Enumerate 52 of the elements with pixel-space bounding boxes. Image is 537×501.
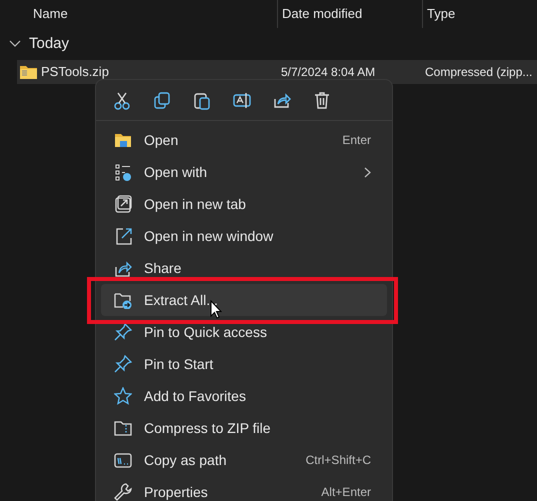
- menu-item-label: Open: [144, 130, 178, 150]
- chevron-icon[interactable]: [9, 40, 21, 48]
- menu-item-label: Share: [144, 258, 182, 278]
- menu-item-label: Copy as path: [144, 450, 226, 470]
- app-list-icon: [114, 163, 132, 181]
- menu-item[interactable]: Open Enter: [101, 124, 387, 156]
- menu-item[interactable]: Open in new tab: [101, 188, 387, 220]
- menu-item-label: Open with: [144, 162, 208, 182]
- menu-item[interactable]: Pin to Start: [101, 348, 387, 380]
- menu-item-label: Pin to Quick access: [144, 322, 267, 342]
- wrench-icon: [114, 483, 132, 501]
- trash-icon: [313, 90, 331, 110]
- column-header[interactable]: Name: [33, 4, 68, 24]
- date-cell-text: 5/7/2024 8:04 AM: [280, 64, 376, 81]
- file-name: PSTools.zip: [41, 63, 109, 82]
- menu-item-label: Open in new window: [144, 226, 274, 246]
- menu-item[interactable]: Share: [101, 252, 387, 284]
- cut-icon: [113, 90, 131, 110]
- menu-item-label: Properties: [144, 482, 208, 501]
- menu-item[interactable]: Properties Alt+Enter: [101, 476, 387, 501]
- zip-folder-icon: [20, 65, 37, 79]
- menu-item[interactable]: Open in new window: [101, 220, 387, 252]
- menu-item[interactable]: Compress to ZIP file: [101, 412, 387, 444]
- menu-item[interactable]: Add to Favorites: [101, 380, 387, 412]
- pin-icon: [114, 355, 132, 373]
- pin-icon: [114, 323, 132, 341]
- folder-arrow-icon: [114, 291, 132, 309]
- menu-item[interactable]: Copy as path Ctrl+Shift+C: [101, 444, 387, 476]
- shortcut-text: Enter: [342, 132, 371, 149]
- shortcut-text: Alt+Enter: [321, 484, 371, 501]
- menu-item-label: Extract All...: [144, 290, 218, 310]
- menu-item[interactable]: Open with: [101, 156, 387, 188]
- path-icon: [114, 451, 132, 469]
- share-icon: [114, 259, 132, 277]
- star-icon: [114, 387, 132, 405]
- menu-item-label: Pin to Start: [144, 354, 214, 374]
- zip-icon: [114, 419, 132, 437]
- column-header[interactable]: Date modified: [282, 4, 362, 24]
- new-tab-icon: [114, 195, 132, 213]
- column-header[interactable]: Type: [427, 4, 456, 24]
- new-window-icon: [114, 227, 132, 245]
- clipboard-icon: [193, 90, 211, 110]
- menu-item-label: Add to Favorites: [144, 386, 246, 406]
- copy-icon: [153, 90, 171, 110]
- shortcut-text: Ctrl+Shift+C: [306, 452, 371, 469]
- folder-icon: [114, 131, 132, 149]
- group-heading: Today: [29, 34, 70, 54]
- menu-item-label: Open in new tab: [144, 194, 246, 214]
- type-cell-text: Compressed (zipp...: [424, 64, 532, 81]
- menu-item[interactable]: Extract All...: [101, 284, 387, 316]
- rename-icon: [233, 90, 251, 110]
- menu-item-label: Compress to ZIP file: [144, 418, 271, 438]
